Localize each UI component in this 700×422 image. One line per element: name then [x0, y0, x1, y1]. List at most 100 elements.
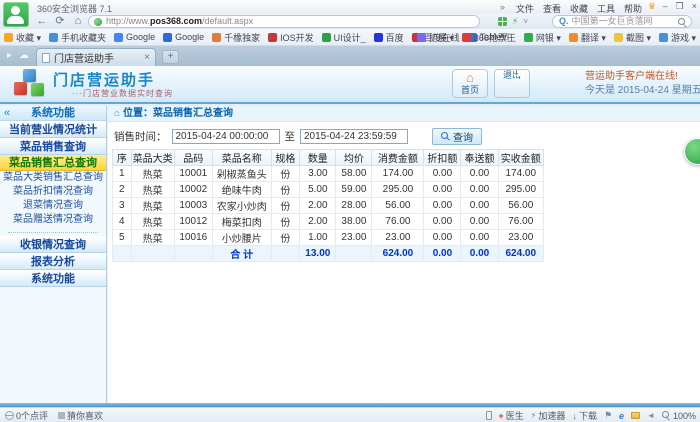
sidebar-item[interactable]: 菜品折扣情况查询 — [0, 185, 106, 199]
cell-category: 热菜 — [131, 230, 174, 246]
doctor-item[interactable]: + 医生 — [499, 409, 524, 422]
col-free: 奉送额 — [461, 150, 498, 166]
bookmark-item[interactable]: IOS开发 — [268, 31, 314, 44]
bookmark-label: Google — [126, 32, 155, 42]
sidebar-item[interactable]: 报表分析 — [0, 253, 106, 270]
bookmark-item[interactable]: 手机收藏夹 — [49, 31, 106, 44]
bookmark-item[interactable]: Google — [114, 32, 155, 42]
table-total-row: 合 计 13.00 624.00 0.00 0.00 624.00 — [113, 246, 544, 262]
bookmark-item[interactable]: 收藏 ▾ — [4, 31, 41, 44]
sidebar-item[interactable]: 当前营业情况统计 — [0, 121, 106, 138]
home-icon[interactable]: ⌂ — [70, 14, 86, 28]
bookmark-extension-item[interactable]: 游戏 ▾ — [659, 31, 696, 44]
extension-label: 翻译 ▾ — [581, 31, 606, 44]
cell-name: 农家小炒肉 — [212, 198, 271, 214]
restore-button[interactable]: ❐ — [676, 1, 684, 12]
cell-spec: 份 — [271, 166, 300, 182]
folder-icon[interactable] — [631, 412, 640, 419]
speaker-icon[interactable]: ◄ — [647, 411, 655, 420]
cell-free: 0.00 — [461, 166, 498, 182]
app-exit-button[interactable]: 退出 — [494, 69, 530, 98]
address-bar[interactable]: http://www.pos368.com/default.aspx — [88, 15, 480, 28]
sidebar-item[interactable]: 菜品大类销售汇总查询 — [0, 171, 106, 185]
house-icon: ⌂ — [453, 70, 487, 85]
bookmark-extension-item[interactable]: 截图 ▾ — [614, 31, 651, 44]
cell-code: 10003 — [174, 198, 212, 214]
new-tab-button[interactable]: + — [162, 50, 179, 64]
bookmark-extension-item[interactable]: 网银 ▾ — [524, 31, 561, 44]
phone-icon[interactable] — [486, 411, 492, 420]
cell-category: 热菜 — [131, 166, 174, 182]
bookmark-item[interactable]: 千橡独家 — [212, 31, 260, 44]
zoom-icon — [662, 411, 671, 420]
speed-bolt-icon[interactable]: ⚡ — [512, 16, 518, 27]
sidebar-item[interactable]: 菜品销售汇总查询 — [0, 155, 106, 171]
bookmark-extension-item[interactable]: 扩展 ▾ — [417, 31, 454, 44]
bookmarks-overflow-icon[interactable]: » — [268, 32, 273, 42]
status-right: + 医生 ⚡ 加速器 ↓ 下载 ⚑ e ◄ 100% — [486, 409, 696, 422]
cell-spec: 份 — [271, 182, 300, 198]
tab-list-arrow-icon[interactable]: ▸ — [7, 50, 12, 61]
cell-actual-amount: 23.00 — [498, 230, 544, 246]
sidebar-item[interactable] — [8, 227, 98, 233]
total-qty: 13.00 — [300, 246, 336, 262]
cell-name: 绝味牛肉 — [212, 182, 271, 198]
app-home-button[interactable]: ⌂ 首页 — [452, 69, 488, 98]
bookmark-item[interactable]: UI设计_ — [322, 31, 366, 44]
col-discount: 折扣额 — [424, 150, 461, 166]
apps-grid-icon[interactable] — [498, 17, 507, 26]
logo-cube-red — [14, 82, 27, 95]
bookmark-favicon — [114, 33, 123, 42]
ie-compat-icon[interactable]: e — [619, 411, 624, 421]
sidebar-header-label: 系统功能 — [31, 107, 75, 119]
menu-overflow-icon[interactable]: » — [500, 2, 505, 12]
doctor-cross-icon: + — [499, 411, 504, 421]
bookmark-extension-item[interactable]: 翻译 ▾ — [569, 31, 606, 44]
bookmark-favicon — [4, 33, 13, 42]
tab-active[interactable]: 门店营运助手 × — [36, 48, 156, 66]
vip-crown-icon[interactable]: ♛ — [648, 1, 656, 12]
date-to-input[interactable] — [300, 129, 408, 144]
back-icon[interactable]: ← — [34, 14, 50, 28]
bookmark-extension-item[interactable]: 360抢票王 — [462, 31, 516, 44]
sidebar-header[interactable]: « 系统功能 — [0, 106, 106, 121]
tab-close-icon[interactable]: × — [144, 52, 150, 63]
sidebar-item[interactable]: 菜品销售查询 — [0, 138, 106, 155]
sidebar-item[interactable]: 退菜情况查询 — [0, 199, 106, 213]
breadcrumb: ⌂位置：菜品销售汇总查询 — [108, 106, 700, 122]
search-icon[interactable] — [678, 18, 687, 27]
collapse-icon[interactable]: « — [4, 106, 10, 121]
query-button[interactable]: 查询 — [432, 128, 482, 145]
sidebar-item[interactable]: 系统功能 — [0, 270, 106, 287]
cell-actual-amount: 295.00 — [498, 182, 544, 198]
zoom-item[interactable]: 100% — [662, 411, 696, 421]
date-from-input[interactable] — [172, 129, 280, 144]
sidebar-item[interactable]: 收银情况查询 — [0, 236, 106, 253]
cloud-sync-icon[interactable]: ☁ — [19, 50, 29, 61]
table-row: 5 热菜 10016 小炒腰片 份 1.00 23.00 23.00 0.00 … — [113, 230, 544, 246]
today-date-text: 今天是 2015-04-24 星期五 15:37:29 — [585, 84, 700, 98]
cell-avg-price: 38.00 — [336, 214, 372, 230]
col-actual-amount: 实收金额 — [498, 150, 544, 166]
sidebar-item[interactable]: 菜品赠送情况查询 — [0, 213, 106, 227]
user-avatar[interactable] — [3, 2, 29, 27]
cell-avg-price: 28.00 — [336, 198, 372, 214]
col-spec: 规格 — [271, 150, 300, 166]
table-body: 1 热菜 10001 剁椒蒸鱼头 份 3.00 58.00 174.00 0.0… — [113, 166, 544, 246]
col-consume-amount: 消费金额 — [372, 150, 424, 166]
chevron-down-icon[interactable]: ˅ — [523, 17, 528, 26]
cell-spec: 份 — [271, 198, 300, 214]
download-item[interactable]: ↓ 下载 — [572, 409, 597, 422]
flag-icon[interactable]: ⚑ — [604, 410, 612, 421]
like-item[interactable]: 猜你喜欢 — [58, 409, 103, 422]
cell-consume-amount: 76.00 — [372, 214, 424, 230]
reviews-item[interactable]: 0个点评 — [5, 409, 48, 422]
bookmark-item[interactable]: 百度 — [374, 31, 404, 44]
url-prefix: http://www. — [106, 16, 150, 26]
search-box[interactable]: Q.中国第一女巨贪落网 — [552, 15, 692, 28]
accelerator-item[interactable]: ⚡ 加速器 — [531, 409, 566, 422]
bookmark-item[interactable]: Google — [163, 32, 204, 42]
close-button[interactable]: × — [692, 1, 697, 12]
refresh-icon[interactable]: ⟳ — [52, 14, 68, 28]
minimize-button[interactable]: – — [663, 1, 668, 12]
